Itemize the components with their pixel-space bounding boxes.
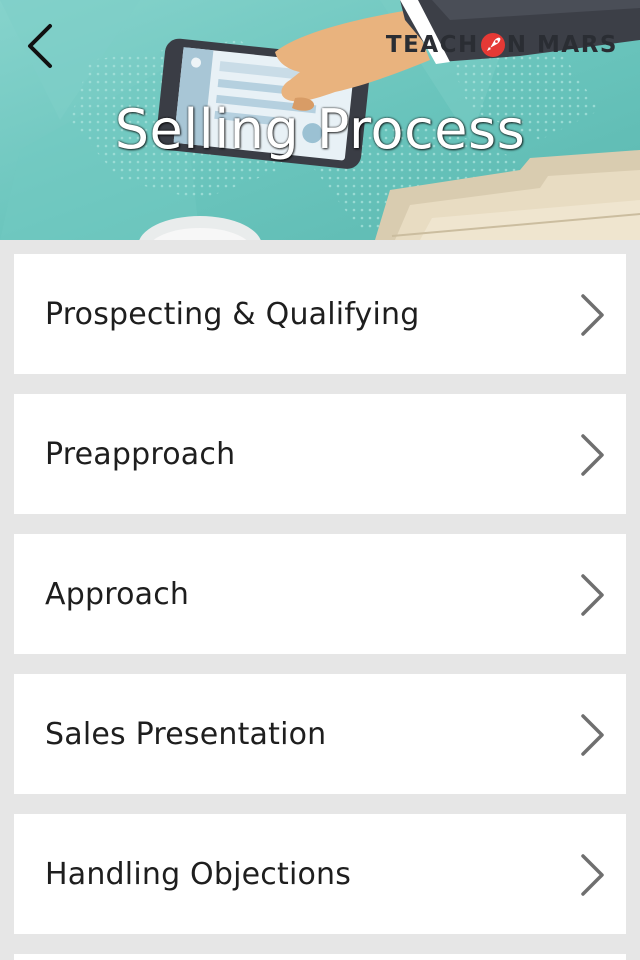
list-item-prospecting-qualifying[interactable]: Prospecting & Qualifying [14, 254, 626, 374]
chapter-list: Prospecting & Qualifying Preapproach App… [14, 254, 626, 954]
list-item-partial[interactable] [14, 954, 626, 960]
chevron-right-icon [581, 714, 604, 756]
back-button[interactable] [18, 20, 66, 72]
header-banner: TEACH N MARS Selling Process [0, 0, 640, 240]
chevron-right-icon [581, 574, 604, 616]
list-item-label: Approach [45, 577, 190, 612]
list-item-preapproach[interactable]: Preapproach [14, 394, 626, 514]
chevron-right-icon [581, 854, 604, 896]
chevron-right-icon [581, 294, 604, 336]
list-item-label: Preapproach [45, 437, 236, 472]
list-item-sales-presentation[interactable]: Sales Presentation [14, 674, 626, 794]
list-item-approach[interactable]: Approach [14, 534, 626, 654]
list-item-label: Prospecting & Qualifying [45, 297, 420, 332]
rocket-logo-icon [480, 33, 505, 57]
list-item-handling-objections[interactable]: Handling Objections [14, 814, 626, 934]
chevron-left-icon [28, 24, 52, 68]
list-item-label: Sales Presentation [45, 717, 327, 752]
brand-logo: TEACH N MARS [386, 28, 618, 62]
list-item-label: Handling Objections [45, 857, 352, 892]
brand-text-left: TEACH [385, 32, 479, 58]
brand-text-right: N MARS [506, 32, 618, 58]
chevron-right-icon [581, 434, 604, 476]
page-title: Selling Process [114, 98, 526, 161]
